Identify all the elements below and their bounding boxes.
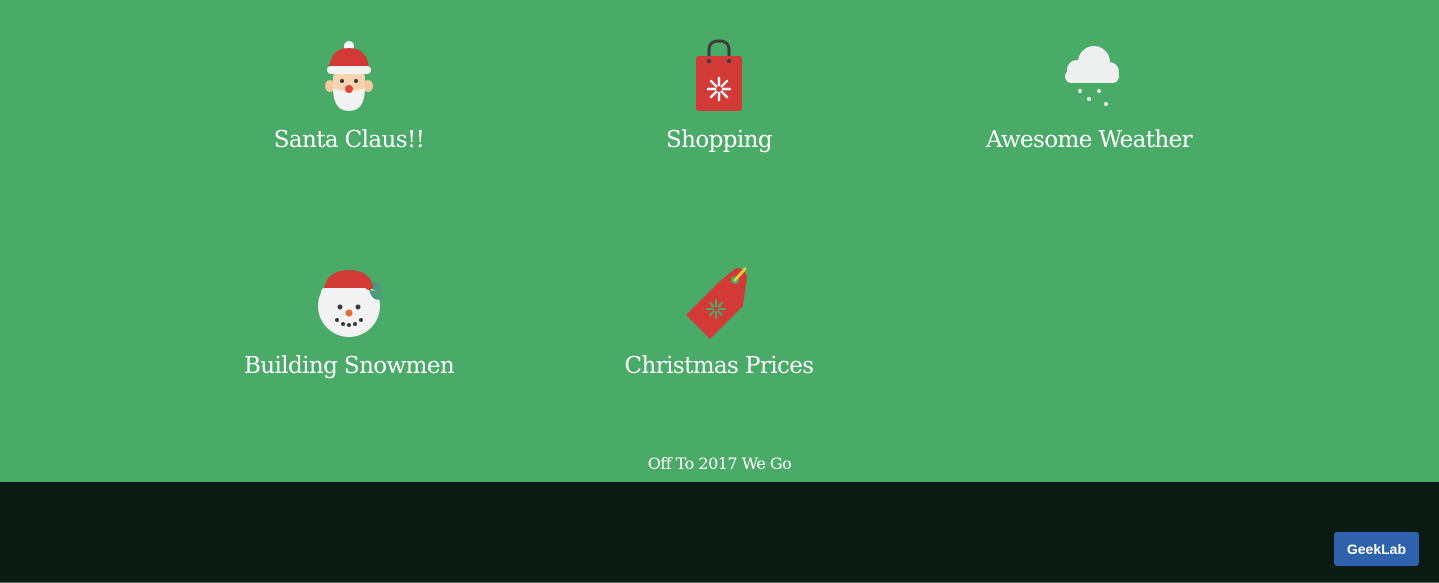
- feature-label: Awesome Weather: [985, 127, 1193, 153]
- feature-santa-claus: Santa Claus!!: [199, 36, 499, 154]
- feature-shopping: Shopping: [569, 36, 869, 154]
- feature-christmas-prices: Christmas Prices: [569, 262, 869, 380]
- feature-building-snowmen: Building Snowmen: [199, 262, 499, 380]
- feature-awesome-weather: Awesome Weather: [939, 36, 1239, 154]
- hero-section: Santa Claus!! Shopping Awesome Weather B…: [0, 0, 1439, 482]
- feature-label: Shopping: [666, 127, 773, 153]
- feature-label: Christmas Prices: [624, 353, 815, 379]
- tagline: Off To 2017 We Go: [647, 454, 792, 473]
- feature-label: Building Snowmen: [243, 353, 455, 379]
- feature-label: Santa Claus!!: [273, 127, 425, 153]
- geeklab-button[interactable]: GeekLab: [1333, 532, 1419, 566]
- shopping-bag-icon: [696, 39, 742, 111]
- footer: [0, 482, 1439, 583]
- santa-icon: [325, 41, 373, 111]
- snow-cloud-icon: [1065, 46, 1119, 106]
- price-tag-icon: [686, 267, 747, 339]
- snowman-icon: [318, 270, 384, 337]
